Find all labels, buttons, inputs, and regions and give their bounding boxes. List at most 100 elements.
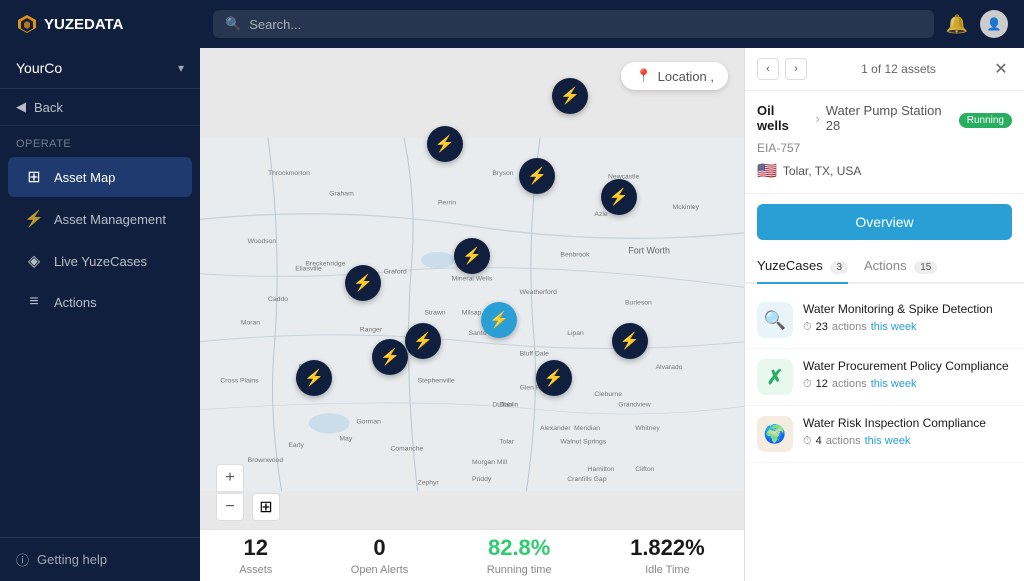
- stat-idle-time: 1.822% Idle Time: [630, 535, 705, 575]
- logo: YUZEDATA: [16, 13, 201, 35]
- case-count-1: 12: [816, 378, 828, 390]
- zoom-out-button[interactable]: −: [216, 493, 244, 521]
- map-pin-11[interactable]: ⚡: [296, 360, 332, 396]
- panel-navigation: ‹ › 1 of 12 assets ✕: [745, 48, 1024, 91]
- user-avatar[interactable]: 👤: [980, 10, 1008, 38]
- stat-idle-time-value: 1.822%: [630, 535, 705, 561]
- svg-text:Graford: Graford: [384, 269, 407, 276]
- svg-text:Mckinley: Mckinley: [673, 204, 700, 211]
- chevron-down-icon: ▾: [178, 61, 184, 75]
- svg-text:Brownwood: Brownwood: [248, 457, 284, 464]
- map-pin-10[interactable]: ⚡: [345, 265, 381, 301]
- case-item-0[interactable]: 🔍 Water Monitoring & Spike Detection ⏱ 2…: [745, 292, 1024, 349]
- svg-text:Stephenville: Stephenville: [418, 378, 455, 385]
- svg-text:Dublin: Dublin: [499, 401, 518, 408]
- svg-text:Breckenridge: Breckenridge: [305, 261, 345, 268]
- map-pin-2[interactable]: ⚡: [427, 126, 463, 162]
- map-pin-9[interactable]: ⚡: [405, 323, 441, 359]
- operate-section-label: Operate: [0, 126, 200, 156]
- stat-assets-value: 12: [239, 535, 272, 561]
- svg-text:Meridian: Meridian: [574, 425, 600, 432]
- tab-yuzecases[interactable]: YuzeCases 3: [757, 250, 848, 284]
- asset-map-icon: ⊞: [24, 167, 44, 187]
- stat-running-time-label: Running time: [487, 564, 552, 576]
- panel-close-button[interactable]: ✕: [990, 58, 1012, 80]
- live-yuzecases-icon: ◈: [24, 251, 44, 271]
- map-container[interactable]: Fort Worth Graham Perrin Throckmorton Wo…: [200, 48, 744, 581]
- svg-text:Weatherford: Weatherford: [520, 289, 557, 296]
- case-info-0: Water Monitoring & Spike Detection ⏱ 23 …: [803, 302, 1012, 334]
- header-search[interactable]: 🔍 Search...: [213, 10, 934, 38]
- svg-text:Hamilton: Hamilton: [588, 466, 615, 473]
- svg-text:Milsap: Milsap: [462, 310, 482, 317]
- svg-text:Early: Early: [288, 442, 304, 449]
- panel-next-button[interactable]: ›: [785, 58, 807, 80]
- sidebar-item-asset-management[interactable]: ⚡ Asset Management: [8, 199, 192, 239]
- svg-text:Comanche: Comanche: [390, 446, 423, 453]
- sidebar-item-actions[interactable]: ≡ Actions: [8, 283, 192, 321]
- stat-open-alerts: 0 Open Alerts: [351, 535, 408, 575]
- case-meta-0: ⏱ 23 actions this week: [803, 321, 1012, 334]
- sidebar-item-live-yuzecases[interactable]: ◈ Live YuzeCases: [8, 241, 192, 281]
- tab-actions[interactable]: Actions 15: [864, 250, 937, 284]
- notification-bell-icon[interactable]: 🔔: [946, 14, 968, 35]
- case-title-1: Water Procurement Policy Compliance: [803, 359, 1012, 375]
- svg-text:Walnut Springs: Walnut Springs: [560, 439, 606, 446]
- map-pin-7[interactable]: ⚡: [454, 238, 490, 274]
- map-pin-4[interactable]: ⚡: [552, 78, 588, 114]
- sidebar-item-label-asset-map: Asset Map: [54, 170, 115, 185]
- actions-icon: ≡: [24, 293, 44, 311]
- case-title-2: Water Risk Inspection Compliance: [803, 416, 1012, 432]
- stat-assets-label: Assets: [239, 564, 272, 576]
- breadcrumb-main: Oil wells: [757, 103, 809, 133]
- zoom-in-button[interactable]: +: [216, 464, 244, 492]
- case-actions-label-0: actions: [832, 321, 867, 333]
- breadcrumb-sub: Water Pump Station 28: [826, 103, 959, 133]
- sidebar-item-asset-map[interactable]: ⊞ Asset Map: [8, 157, 192, 197]
- company-selector[interactable]: YourCo ▾: [0, 48, 200, 89]
- map-pin-5[interactable]: ⚡: [601, 179, 637, 215]
- tab-actions-badge: 15: [914, 261, 937, 274]
- svg-text:Gorman: Gorman: [356, 418, 381, 425]
- svg-text:Cross Plains: Cross Plains: [220, 378, 259, 385]
- tab-yuzecases-badge: 3: [830, 261, 848, 274]
- map-pin-1[interactable]: ⚡: [372, 339, 408, 375]
- tab-actions-label: Actions: [864, 258, 907, 273]
- header-right: 🔔 👤: [946, 10, 1008, 38]
- case-actions-label-1: actions: [832, 378, 867, 390]
- header: YUZEDATA 🔍 Search... 🔔 👤: [0, 0, 1024, 48]
- panel-prev-button[interactable]: ‹: [757, 58, 779, 80]
- overview-button[interactable]: Overview: [757, 204, 1012, 240]
- case-meta-2: ⏱ 4 actions this week: [803, 435, 1012, 448]
- svg-text:Bryson: Bryson: [492, 170, 513, 177]
- case-week-0: this week: [871, 321, 917, 333]
- sidebar: YourCo ▾ ◀ Back Operate ⊞ Asset Map ⚡ As…: [0, 48, 200, 581]
- case-count-2: 4: [816, 435, 822, 447]
- svg-text:Lipan: Lipan: [567, 330, 584, 337]
- svg-text:Bluff Dale: Bluff Dale: [520, 350, 550, 357]
- location-search[interactable]: 📍 Location ,: [621, 62, 728, 90]
- svg-text:Ranger: Ranger: [360, 327, 383, 334]
- flag-icon: 🇺🇸: [757, 161, 777, 181]
- case-item-2[interactable]: 🌍 Water Risk Inspection Compliance ⏱ 4 a…: [745, 406, 1024, 463]
- case-info-1: Water Procurement Policy Compliance ⏱ 12…: [803, 359, 1012, 391]
- stat-open-alerts-label: Open Alerts: [351, 564, 408, 576]
- sidebar-item-label-live-yuzecases: Live YuzeCases: [54, 254, 147, 269]
- asset-breadcrumb: Oil wells › Water Pump Station 28: [757, 103, 959, 133]
- map-pin-6[interactable]: ⚡: [612, 323, 648, 359]
- svg-text:Cranfills Gap: Cranfills Gap: [567, 476, 607, 483]
- map-pin-8[interactable]: ⚡: [481, 302, 517, 338]
- map-pin-12[interactable]: ⚡: [536, 360, 572, 396]
- svg-text:Mineral Wells: Mineral Wells: [452, 276, 493, 283]
- tab-yuzecases-label: YuzeCases: [757, 258, 823, 273]
- back-button[interactable]: ◀ Back: [0, 89, 200, 126]
- map-layer-button[interactable]: ⊞: [252, 493, 280, 521]
- getting-help-item[interactable]: ⓘ Getting help: [16, 550, 184, 569]
- case-icon-2: 🌍: [757, 416, 793, 452]
- cases-list: 🔍 Water Monitoring & Spike Detection ⏱ 2…: [745, 284, 1024, 581]
- case-item-1[interactable]: ✗ Water Procurement Policy Compliance ⏱ …: [745, 349, 1024, 406]
- main-layout: YourCo ▾ ◀ Back Operate ⊞ Asset Map ⚡ As…: [0, 48, 1024, 581]
- case-info-2: Water Risk Inspection Compliance ⏱ 4 act…: [803, 416, 1012, 448]
- map-pin-3[interactable]: ⚡: [519, 158, 555, 194]
- panel-nav-count: 1 of 12 assets: [861, 62, 936, 76]
